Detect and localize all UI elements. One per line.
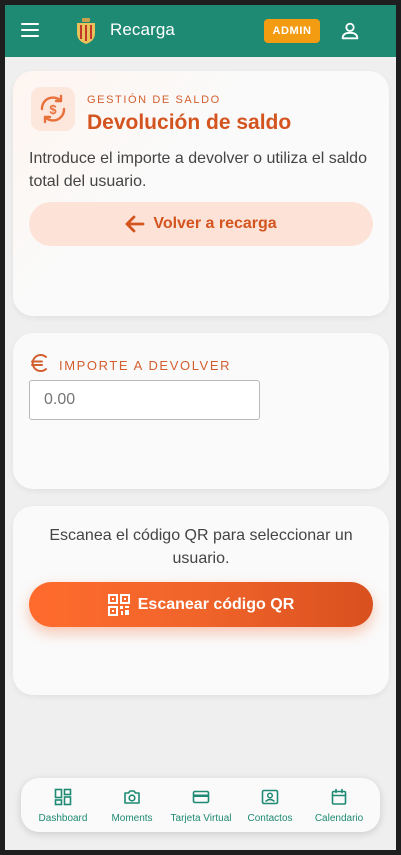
qr-instruction-text: Escanea el código QR para seleccionar un… <box>49 527 353 567</box>
menu-icon[interactable] <box>17 19 45 43</box>
euro-icon <box>31 354 47 372</box>
qr-card: Escanea el código QR para seleccionar un… <box>13 506 389 695</box>
bottom-navigation: Dashboard Moments Tarjeta Virtual Contac… <box>21 778 380 832</box>
nav-item-calendario[interactable]: Calendario <box>304 778 374 832</box>
amount-card: IMPORTE A DEVOLVER <box>13 333 389 489</box>
intro-text: Introduce el importe a devolver o utiliz… <box>29 150 367 190</box>
dashboard-icon <box>54 788 72 806</box>
app-frame: Recarga ADMIN $ GESTIÓN DE SALDO Devoluc… <box>5 5 396 850</box>
user-icon[interactable] <box>339 20 361 42</box>
amount-input[interactable] <box>29 380 260 420</box>
amount-label: IMPORTE A DEVOLVER <box>59 358 232 373</box>
refund-header-card: $ GESTIÓN DE SALDO Devolución de saldo I… <box>13 71 389 316</box>
calendar-icon <box>331 788 347 805</box>
back-button-label: Volver a recarga <box>153 215 277 232</box>
section-label: GESTIÓN DE SALDO <box>87 94 221 106</box>
contact-card-icon <box>261 789 279 805</box>
crest-logo-icon <box>77 18 95 44</box>
nav-label: Calendario <box>314 813 364 824</box>
arrow-left-icon <box>125 215 145 233</box>
refund-cycle-icon: $ <box>31 87 75 131</box>
scan-button-label: Escanear código QR <box>137 595 295 613</box>
scan-qr-button[interactable]: Escanear código QR <box>29 582 373 627</box>
top-app-bar: Recarga ADMIN <box>5 5 396 57</box>
credit-card-icon <box>192 790 210 804</box>
admin-badge: ADMIN <box>264 19 320 43</box>
camera-icon <box>124 790 140 804</box>
svg-text:$: $ <box>49 102 57 117</box>
back-to-recharge-button[interactable]: Volver a recarga <box>29 202 373 246</box>
page-title: Recarga <box>110 20 175 39</box>
section-title: Devolución de saldo <box>87 111 292 134</box>
qr-code-icon <box>107 593 130 616</box>
